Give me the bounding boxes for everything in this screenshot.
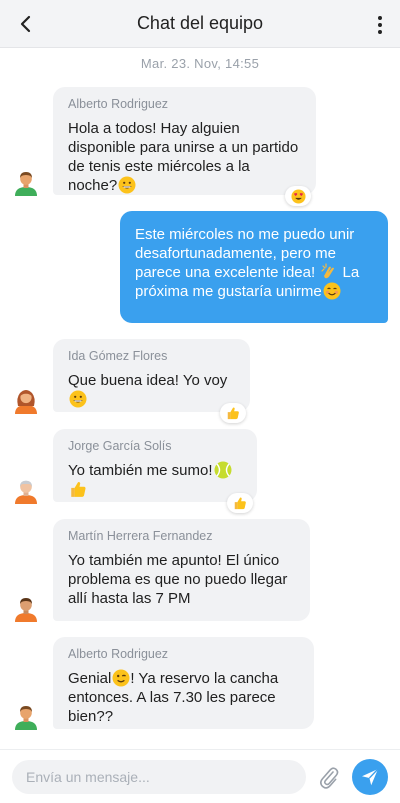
message-text: Este miércoles no me puedo unir desafort… xyxy=(135,226,360,300)
send-icon xyxy=(362,768,379,786)
message-text: Que buena idea! Yo voy xyxy=(68,371,236,409)
message-text: Hola a todos! Hay alguien disponible par… xyxy=(68,120,299,194)
page-title: Chat del equipo xyxy=(136,13,264,33)
winking-face-icon xyxy=(112,669,130,687)
send-button[interactable] xyxy=(352,759,388,795)
avatar-icon[interactable] xyxy=(12,702,40,730)
message-bubble-outgoing[interactable]: Este miércoles no me puedo unir desafort… xyxy=(120,211,388,323)
sender-name: Alberto Rodriguez xyxy=(68,647,169,661)
message-text: Yo también me sumo! xyxy=(68,461,243,499)
message-composer xyxy=(0,749,400,803)
date-separator: Mar. 23. Nov, 14:55 xyxy=(140,56,260,71)
message-input[interactable] xyxy=(12,760,306,794)
message-bubble[interactable]: Alberto Rodriguez Hola a todos! Hay algu… xyxy=(53,87,316,195)
more-options-icon[interactable] xyxy=(376,14,384,36)
thumbs-up-icon xyxy=(227,407,239,420)
avatar-icon[interactable] xyxy=(12,476,40,504)
tennis-ball-icon xyxy=(214,461,232,479)
message-bubble[interactable]: Ida Gómez Flores Que buena idea! Yo voy xyxy=(53,339,250,412)
avatar-icon[interactable] xyxy=(12,168,40,196)
reaction-badge[interactable] xyxy=(285,186,311,206)
smiling-face-icon xyxy=(323,282,341,300)
chat-header: Chat del equipo xyxy=(0,0,400,48)
heart-eyes-icon xyxy=(290,188,306,204)
message-bubble[interactable]: Jorge García Solís Yo también me sumo! xyxy=(53,429,257,502)
message-bubble[interactable]: Martín Herrera Fernandez Yo también me a… xyxy=(53,519,310,621)
clapping-hands-icon xyxy=(321,263,335,279)
message-text: Genial! Ya reservo la cancha entonces. A… xyxy=(68,669,279,725)
reaction-badge[interactable] xyxy=(220,403,246,423)
grinning-face-icon xyxy=(69,390,87,408)
grinning-face-icon xyxy=(118,176,136,194)
sender-name: Ida Gómez Flores xyxy=(68,349,168,363)
sender-name: Alberto Rodriguez xyxy=(68,97,169,111)
message-text: Yo también me apunto! El único problema … xyxy=(68,552,288,607)
avatar-icon[interactable] xyxy=(12,386,40,414)
thumbs-up-icon xyxy=(234,497,246,510)
paperclip-icon[interactable] xyxy=(316,763,340,791)
reaction-badge[interactable] xyxy=(227,493,253,513)
sender-name: Jorge García Solís xyxy=(68,439,172,453)
sender-name: Martín Herrera Fernandez xyxy=(68,529,213,543)
message-bubble[interactable]: Alberto Rodriguez Genial! Ya reservo la … xyxy=(53,637,314,729)
thumbs-up-icon xyxy=(71,481,86,497)
avatar-icon[interactable] xyxy=(12,594,40,622)
